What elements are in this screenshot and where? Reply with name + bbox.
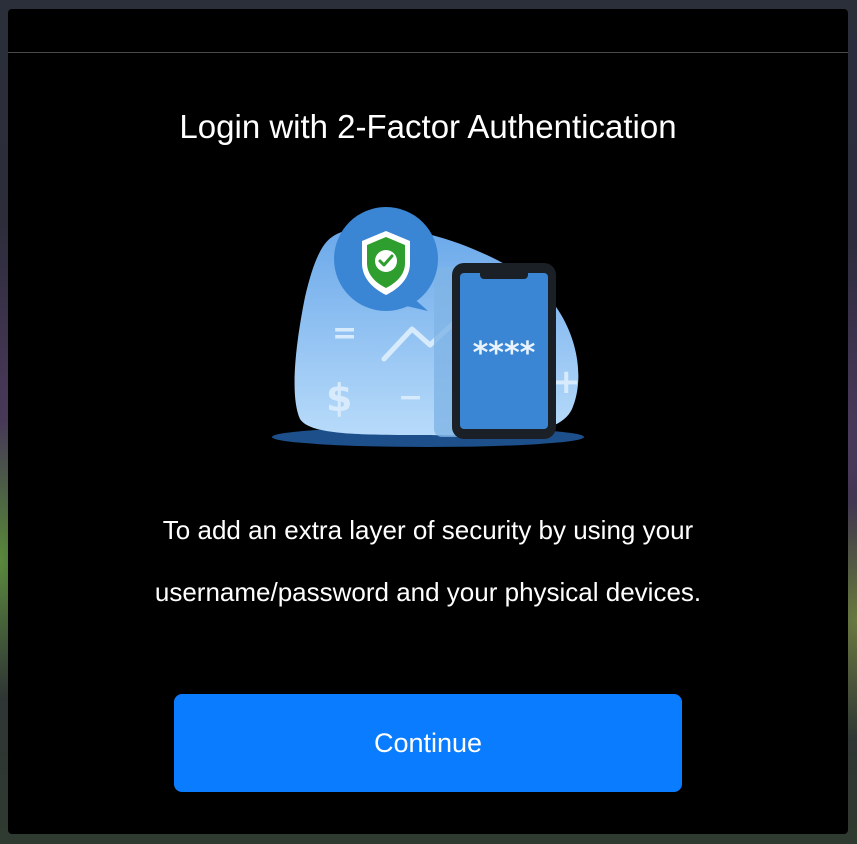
two-factor-illustration: = $ − + ****: [272, 207, 584, 447]
minus-icon: −: [398, 380, 423, 415]
plus-icon: +: [552, 362, 581, 402]
dialog-title: Login with 2-Factor Authentication: [179, 108, 677, 145]
two-factor-dialog: Login with 2-Factor Authentication = $ −…: [8, 9, 848, 834]
phone-code: ****: [473, 336, 536, 371]
dollar-icon: $: [326, 376, 352, 420]
shield-check-icon: [334, 207, 438, 311]
dialog-description: To add an extra layer of security by usi…: [68, 499, 788, 623]
description-line: To add an extra layer of security by usi…: [162, 515, 694, 545]
dialog-header: [8, 9, 848, 53]
description-line: username/password and your physical devi…: [154, 577, 702, 607]
equals-icon: =: [332, 316, 357, 351]
smartphone-icon: ****: [452, 263, 556, 439]
continue-button[interactable]: Continue: [174, 694, 682, 792]
